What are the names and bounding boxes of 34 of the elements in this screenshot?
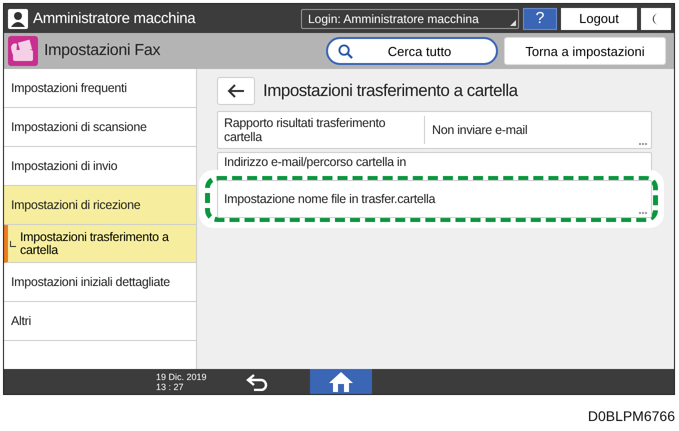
login-dropdown[interactable]: Login: Amministratore macchina xyxy=(301,8,519,28)
setting-label: Impostazione nome file in trasfer.cartella xyxy=(224,192,436,206)
back-to-settings-button[interactable]: Torna a impostazioni xyxy=(504,37,666,65)
setting-value: Non inviare e-mail xyxy=(424,116,528,144)
sidebar-item[interactable]: Impostazioni di ricezione xyxy=(4,186,196,225)
sidebar-item[interactable]: Impostazioni frequenti xyxy=(4,69,196,108)
user-icon xyxy=(7,8,29,28)
help-button[interactable]: ? xyxy=(523,8,557,30)
home-icon xyxy=(328,370,354,392)
search-button[interactable]: Cerca tutto xyxy=(326,37,498,65)
figure-code: D0BLPM6766 xyxy=(586,408,675,424)
sidebar-item[interactable]: Altri xyxy=(4,302,196,341)
corner-icon xyxy=(510,20,516,26)
setting-row[interactable]: Rapporto risultati trasferimento cartella Non inviare e-mail xyxy=(217,111,652,149)
sidebar-item[interactable]: Impostazioni iniziali dettagliate xyxy=(4,263,196,302)
user-name: Amministratore macchina xyxy=(33,10,197,27)
setting-row[interactable]: Impostazione nome file in trasfer.cartella xyxy=(217,180,652,218)
fax-icon xyxy=(8,36,38,66)
logout-button[interactable]: Logout xyxy=(561,8,637,30)
home-button[interactable] xyxy=(310,369,372,394)
sub-item-icon xyxy=(10,240,16,246)
night-mode-button[interactable] xyxy=(641,8,671,30)
back-button[interactable] xyxy=(217,77,255,105)
sidebar-subitem[interactable]: Impostazioni trasferimento a cartella xyxy=(4,225,196,263)
setting-row[interactable]: Indirizzo e-mail/percorso cartella in xyxy=(217,152,652,172)
arrow-left-icon xyxy=(227,84,245,98)
sidebar-item[interactable]: Impostazioni di scansione xyxy=(4,108,196,147)
page-title: Impostazioni trasferimento a cartella xyxy=(263,81,518,101)
screen-title: Impostazioni Fax xyxy=(44,42,160,60)
search-icon xyxy=(338,44,353,58)
return-icon[interactable] xyxy=(246,372,270,390)
setting-label: Rapporto risultati trasferimento cartella xyxy=(224,116,386,144)
setting-label: Indirizzo e-mail/percorso cartella in xyxy=(224,155,408,169)
date-time: 19 Dic. 2019 13 : 27 xyxy=(156,372,208,392)
